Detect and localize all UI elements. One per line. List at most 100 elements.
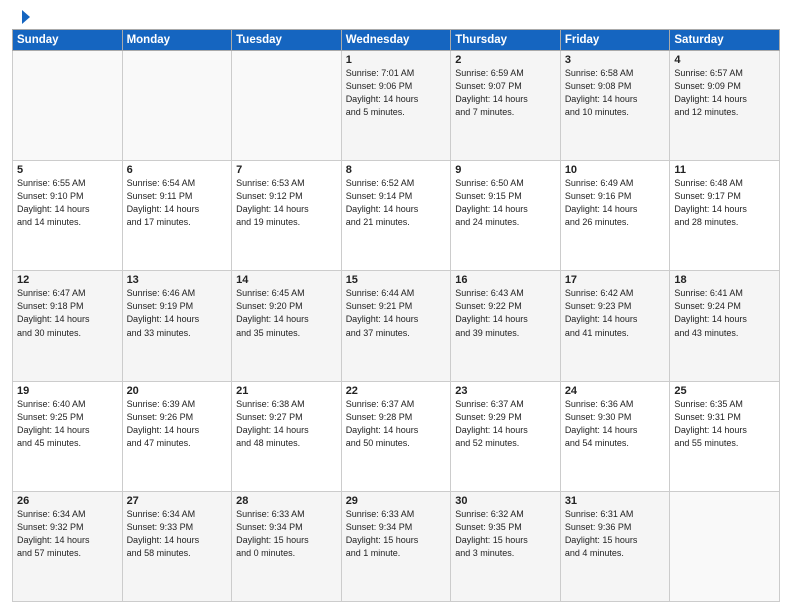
day-number: 1 bbox=[346, 54, 447, 66]
day-number: 6 bbox=[127, 164, 228, 176]
day-info: Sunrise: 6:34 AM Sunset: 9:32 PM Dayligh… bbox=[17, 508, 118, 560]
day-info: Sunrise: 6:33 AM Sunset: 9:34 PM Dayligh… bbox=[236, 508, 337, 560]
day-info: Sunrise: 6:53 AM Sunset: 9:12 PM Dayligh… bbox=[236, 177, 337, 229]
day-number: 16 bbox=[455, 274, 556, 286]
day-number: 31 bbox=[565, 495, 666, 507]
day-number: 20 bbox=[127, 385, 228, 397]
day-cell-16: 16Sunrise: 6:43 AM Sunset: 9:22 PM Dayli… bbox=[451, 271, 561, 381]
day-info: Sunrise: 6:45 AM Sunset: 9:20 PM Dayligh… bbox=[236, 287, 337, 339]
logo bbox=[12, 10, 31, 23]
day-number: 19 bbox=[17, 385, 118, 397]
day-cell-21: 21Sunrise: 6:38 AM Sunset: 9:27 PM Dayli… bbox=[232, 381, 342, 491]
header bbox=[12, 10, 780, 23]
weekday-header-sunday: Sunday bbox=[13, 30, 123, 51]
day-number: 27 bbox=[127, 495, 228, 507]
day-cell-13: 13Sunrise: 6:46 AM Sunset: 9:19 PM Dayli… bbox=[122, 271, 232, 381]
day-number: 11 bbox=[674, 164, 775, 176]
day-cell-2: 2Sunrise: 6:59 AM Sunset: 9:07 PM Daylig… bbox=[451, 51, 561, 161]
day-cell-25: 25Sunrise: 6:35 AM Sunset: 9:31 PM Dayli… bbox=[670, 381, 780, 491]
weekday-header-thursday: Thursday bbox=[451, 30, 561, 51]
day-info: Sunrise: 6:35 AM Sunset: 9:31 PM Dayligh… bbox=[674, 398, 775, 450]
day-cell-19: 19Sunrise: 6:40 AM Sunset: 9:25 PM Dayli… bbox=[13, 381, 123, 491]
day-number: 9 bbox=[455, 164, 556, 176]
day-number: 30 bbox=[455, 495, 556, 507]
day-cell-22: 22Sunrise: 6:37 AM Sunset: 9:28 PM Dayli… bbox=[341, 381, 451, 491]
day-cell-11: 11Sunrise: 6:48 AM Sunset: 9:17 PM Dayli… bbox=[670, 161, 780, 271]
day-number: 7 bbox=[236, 164, 337, 176]
day-number: 12 bbox=[17, 274, 118, 286]
day-info: Sunrise: 6:54 AM Sunset: 9:11 PM Dayligh… bbox=[127, 177, 228, 229]
day-cell-9: 9Sunrise: 6:50 AM Sunset: 9:15 PM Daylig… bbox=[451, 161, 561, 271]
day-number: 5 bbox=[17, 164, 118, 176]
weekday-header-row: SundayMondayTuesdayWednesdayThursdayFrid… bbox=[13, 30, 780, 51]
day-cell-17: 17Sunrise: 6:42 AM Sunset: 9:23 PM Dayli… bbox=[560, 271, 670, 381]
day-number: 3 bbox=[565, 54, 666, 66]
day-number: 29 bbox=[346, 495, 447, 507]
day-number: 10 bbox=[565, 164, 666, 176]
day-cell-30: 30Sunrise: 6:32 AM Sunset: 9:35 PM Dayli… bbox=[451, 491, 561, 601]
day-info: Sunrise: 6:59 AM Sunset: 9:07 PM Dayligh… bbox=[455, 67, 556, 119]
weekday-header-wednesday: Wednesday bbox=[341, 30, 451, 51]
week-row-4: 19Sunrise: 6:40 AM Sunset: 9:25 PM Dayli… bbox=[13, 381, 780, 491]
day-cell-6: 6Sunrise: 6:54 AM Sunset: 9:11 PM Daylig… bbox=[122, 161, 232, 271]
empty-cell bbox=[13, 51, 123, 161]
empty-cell bbox=[232, 51, 342, 161]
day-info: Sunrise: 6:52 AM Sunset: 9:14 PM Dayligh… bbox=[346, 177, 447, 229]
day-number: 17 bbox=[565, 274, 666, 286]
day-info: Sunrise: 6:36 AM Sunset: 9:30 PM Dayligh… bbox=[565, 398, 666, 450]
day-number: 14 bbox=[236, 274, 337, 286]
day-number: 15 bbox=[346, 274, 447, 286]
day-info: Sunrise: 6:46 AM Sunset: 9:19 PM Dayligh… bbox=[127, 287, 228, 339]
day-cell-8: 8Sunrise: 6:52 AM Sunset: 9:14 PM Daylig… bbox=[341, 161, 451, 271]
calendar-table: SundayMondayTuesdayWednesdayThursdayFrid… bbox=[12, 29, 780, 602]
day-cell-26: 26Sunrise: 6:34 AM Sunset: 9:32 PM Dayli… bbox=[13, 491, 123, 601]
day-cell-18: 18Sunrise: 6:41 AM Sunset: 9:24 PM Dayli… bbox=[670, 271, 780, 381]
day-info: Sunrise: 6:49 AM Sunset: 9:16 PM Dayligh… bbox=[565, 177, 666, 229]
day-info: Sunrise: 6:50 AM Sunset: 9:15 PM Dayligh… bbox=[455, 177, 556, 229]
day-cell-27: 27Sunrise: 6:34 AM Sunset: 9:33 PM Dayli… bbox=[122, 491, 232, 601]
day-info: Sunrise: 6:41 AM Sunset: 9:24 PM Dayligh… bbox=[674, 287, 775, 339]
week-row-3: 12Sunrise: 6:47 AM Sunset: 9:18 PM Dayli… bbox=[13, 271, 780, 381]
day-info: Sunrise: 6:57 AM Sunset: 9:09 PM Dayligh… bbox=[674, 67, 775, 119]
week-row-5: 26Sunrise: 6:34 AM Sunset: 9:32 PM Dayli… bbox=[13, 491, 780, 601]
day-info: Sunrise: 6:33 AM Sunset: 9:34 PM Dayligh… bbox=[346, 508, 447, 560]
day-info: Sunrise: 6:39 AM Sunset: 9:26 PM Dayligh… bbox=[127, 398, 228, 450]
weekday-header-saturday: Saturday bbox=[670, 30, 780, 51]
day-info: Sunrise: 6:58 AM Sunset: 9:08 PM Dayligh… bbox=[565, 67, 666, 119]
empty-cell bbox=[670, 491, 780, 601]
day-number: 26 bbox=[17, 495, 118, 507]
week-row-1: 1Sunrise: 7:01 AM Sunset: 9:06 PM Daylig… bbox=[13, 51, 780, 161]
logo-flag-icon bbox=[13, 8, 31, 26]
day-info: Sunrise: 6:40 AM Sunset: 9:25 PM Dayligh… bbox=[17, 398, 118, 450]
day-cell-20: 20Sunrise: 6:39 AM Sunset: 9:26 PM Dayli… bbox=[122, 381, 232, 491]
day-cell-4: 4Sunrise: 6:57 AM Sunset: 9:09 PM Daylig… bbox=[670, 51, 780, 161]
week-row-2: 5Sunrise: 6:55 AM Sunset: 9:10 PM Daylig… bbox=[13, 161, 780, 271]
empty-cell bbox=[122, 51, 232, 161]
day-info: Sunrise: 6:43 AM Sunset: 9:22 PM Dayligh… bbox=[455, 287, 556, 339]
day-info: Sunrise: 6:34 AM Sunset: 9:33 PM Dayligh… bbox=[127, 508, 228, 560]
day-info: Sunrise: 6:37 AM Sunset: 9:28 PM Dayligh… bbox=[346, 398, 447, 450]
day-cell-3: 3Sunrise: 6:58 AM Sunset: 9:08 PM Daylig… bbox=[560, 51, 670, 161]
page: SundayMondayTuesdayWednesdayThursdayFrid… bbox=[0, 0, 792, 612]
day-number: 18 bbox=[674, 274, 775, 286]
day-cell-15: 15Sunrise: 6:44 AM Sunset: 9:21 PM Dayli… bbox=[341, 271, 451, 381]
day-cell-1: 1Sunrise: 7:01 AM Sunset: 9:06 PM Daylig… bbox=[341, 51, 451, 161]
day-cell-12: 12Sunrise: 6:47 AM Sunset: 9:18 PM Dayli… bbox=[13, 271, 123, 381]
day-cell-31: 31Sunrise: 6:31 AM Sunset: 9:36 PM Dayli… bbox=[560, 491, 670, 601]
day-cell-28: 28Sunrise: 6:33 AM Sunset: 9:34 PM Dayli… bbox=[232, 491, 342, 601]
day-number: 2 bbox=[455, 54, 556, 66]
day-cell-10: 10Sunrise: 6:49 AM Sunset: 9:16 PM Dayli… bbox=[560, 161, 670, 271]
day-number: 21 bbox=[236, 385, 337, 397]
weekday-header-monday: Monday bbox=[122, 30, 232, 51]
weekday-header-tuesday: Tuesday bbox=[232, 30, 342, 51]
day-cell-29: 29Sunrise: 6:33 AM Sunset: 9:34 PM Dayli… bbox=[341, 491, 451, 601]
day-number: 13 bbox=[127, 274, 228, 286]
day-cell-7: 7Sunrise: 6:53 AM Sunset: 9:12 PM Daylig… bbox=[232, 161, 342, 271]
day-cell-14: 14Sunrise: 6:45 AM Sunset: 9:20 PM Dayli… bbox=[232, 271, 342, 381]
weekday-header-friday: Friday bbox=[560, 30, 670, 51]
day-info: Sunrise: 6:55 AM Sunset: 9:10 PM Dayligh… bbox=[17, 177, 118, 229]
day-info: Sunrise: 6:37 AM Sunset: 9:29 PM Dayligh… bbox=[455, 398, 556, 450]
day-info: Sunrise: 6:47 AM Sunset: 9:18 PM Dayligh… bbox=[17, 287, 118, 339]
day-info: Sunrise: 6:48 AM Sunset: 9:17 PM Dayligh… bbox=[674, 177, 775, 229]
day-info: Sunrise: 6:31 AM Sunset: 9:36 PM Dayligh… bbox=[565, 508, 666, 560]
